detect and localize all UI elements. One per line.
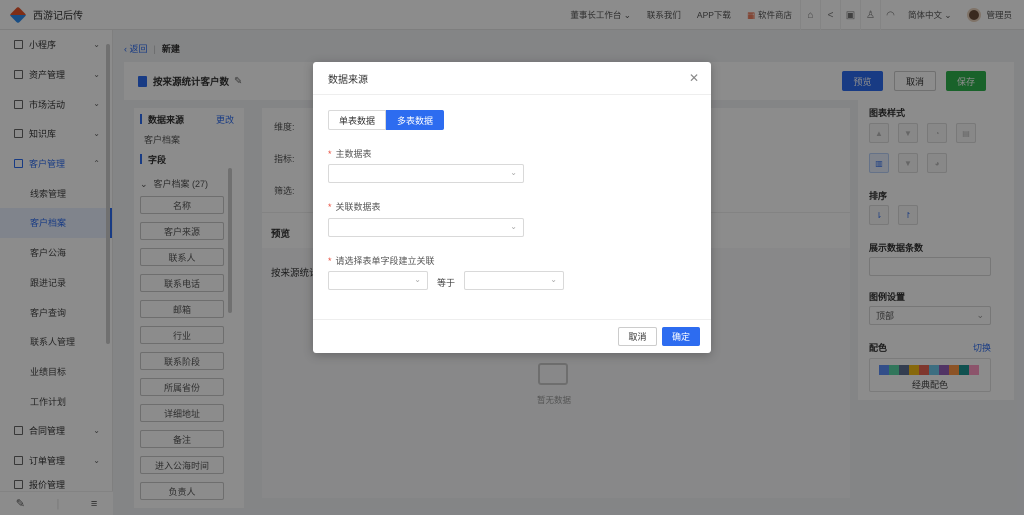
chevron-down-icon: ⌄ <box>510 222 517 231</box>
chevron-down-icon: ⌄ <box>414 275 421 284</box>
dialog-title: 数据来源 <box>328 74 368 86</box>
chevron-down-icon: ⌄ <box>510 168 517 177</box>
required-marker: * <box>328 149 332 159</box>
main-table-select[interactable]: ⌄ <box>328 164 524 183</box>
tab-single-table[interactable]: 单表数据 <box>328 110 387 130</box>
required-marker: * <box>328 202 332 212</box>
source-type-toggle: 单表数据 多表数据 <box>328 110 445 130</box>
tab-multi-table[interactable]: 多表数据 <box>386 110 445 130</box>
chevron-down-icon: ⌄ <box>550 275 557 284</box>
main-table-label: * 主数据表 <box>328 149 372 159</box>
join-fields-label: * 请选择表单字段建立关联 <box>328 256 435 266</box>
close-icon[interactable]: ✕ <box>689 71 699 85</box>
dialog-cancel-button[interactable]: 取消 <box>618 327 657 346</box>
related-table-select[interactable]: ⌄ <box>328 218 524 237</box>
equals-label: 等于 <box>437 278 456 288</box>
dialog-footer: 取消 确定 <box>313 319 711 353</box>
related-table-label: * 关联数据表 <box>328 202 381 212</box>
related-field-select[interactable]: ⌄ <box>464 271 564 290</box>
required-marker: * <box>328 256 332 266</box>
main-field-select[interactable]: ⌄ <box>328 271 428 290</box>
dialog-header: 数据来源 ✕ <box>313 62 711 95</box>
dialog-confirm-button[interactable]: 确定 <box>662 327 700 346</box>
data-source-dialog: 数据来源 ✕ 单表数据 多表数据 * 主数据表 ⌄ * 关联数据表 ⌄ * 请选择表单… <box>313 62 711 353</box>
